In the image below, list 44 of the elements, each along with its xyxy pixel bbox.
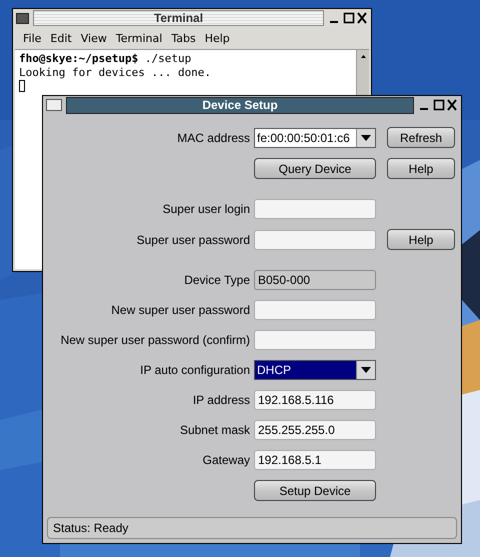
window-title: Terminal [33, 10, 324, 26]
field-label: New super user password [110, 303, 250, 317]
field-label: IP auto configuration [139, 363, 250, 377]
menu-item[interactable]: Tabs [171, 32, 196, 44]
dropdown-arrow-icon [361, 367, 371, 373]
terminal-line: Looking for devices ... done. [19, 66, 212, 80]
field-label: Device Type [183, 273, 250, 287]
field-label: Super user login [162, 202, 250, 216]
field-label: Subnet mask [178, 423, 250, 437]
terminal-icon[interactable] [16, 12, 29, 24]
dropdown-arrow-icon [361, 134, 371, 140]
input-field[interactable] [254, 199, 376, 219]
input-field[interactable] [254, 330, 376, 350]
window-controls-icon[interactable] [328, 11, 368, 25]
dropdown-field[interactable]: DHCP [254, 360, 376, 380]
window-controls-icon[interactable] [418, 98, 458, 112]
menu-item[interactable]: View [80, 32, 107, 44]
input-field[interactable]: 255.255.255.0 [254, 420, 376, 440]
side-button[interactable]: Help [387, 229, 455, 250]
side-button[interactable]: Help [387, 158, 455, 179]
field-label: Gateway [202, 453, 250, 467]
dropdown-field[interactable]: fe:00:00:50:01:c6 [254, 128, 376, 148]
scroll-up-icon[interactable] [360, 54, 366, 59]
window-title: Device Setup [66, 96, 414, 114]
side-button[interactable]: Refresh [387, 127, 455, 148]
input-field[interactable] [254, 300, 376, 320]
field-label: IP address [192, 393, 250, 407]
readonly-field: B050-000 [254, 270, 376, 290]
field-label: New super user password (confirm) [60, 333, 250, 347]
menu-item[interactable]: Help [204, 32, 230, 44]
action-button[interactable]: Setup Device [254, 480, 376, 501]
status-bar: Status: Ready [47, 517, 457, 539]
input-field[interactable]: 192.168.5.116 [254, 390, 376, 410]
menu-item[interactable]: Terminal [116, 32, 162, 44]
terminal-line: fho@skye:~/psetup$ ./setup [19, 52, 192, 66]
input-field[interactable] [254, 230, 376, 250]
field-label: Super user password [136, 232, 250, 246]
input-field[interactable]: 192.168.5.1 [254, 450, 376, 470]
menu-item[interactable]: File [23, 32, 42, 44]
cursor-icon [19, 80, 25, 92]
field-label: MAC address [176, 130, 250, 144]
window-menu-icon[interactable] [46, 99, 62, 111]
action-button[interactable]: Query Device [254, 158, 376, 179]
menu-item[interactable]: Edit [50, 32, 72, 44]
